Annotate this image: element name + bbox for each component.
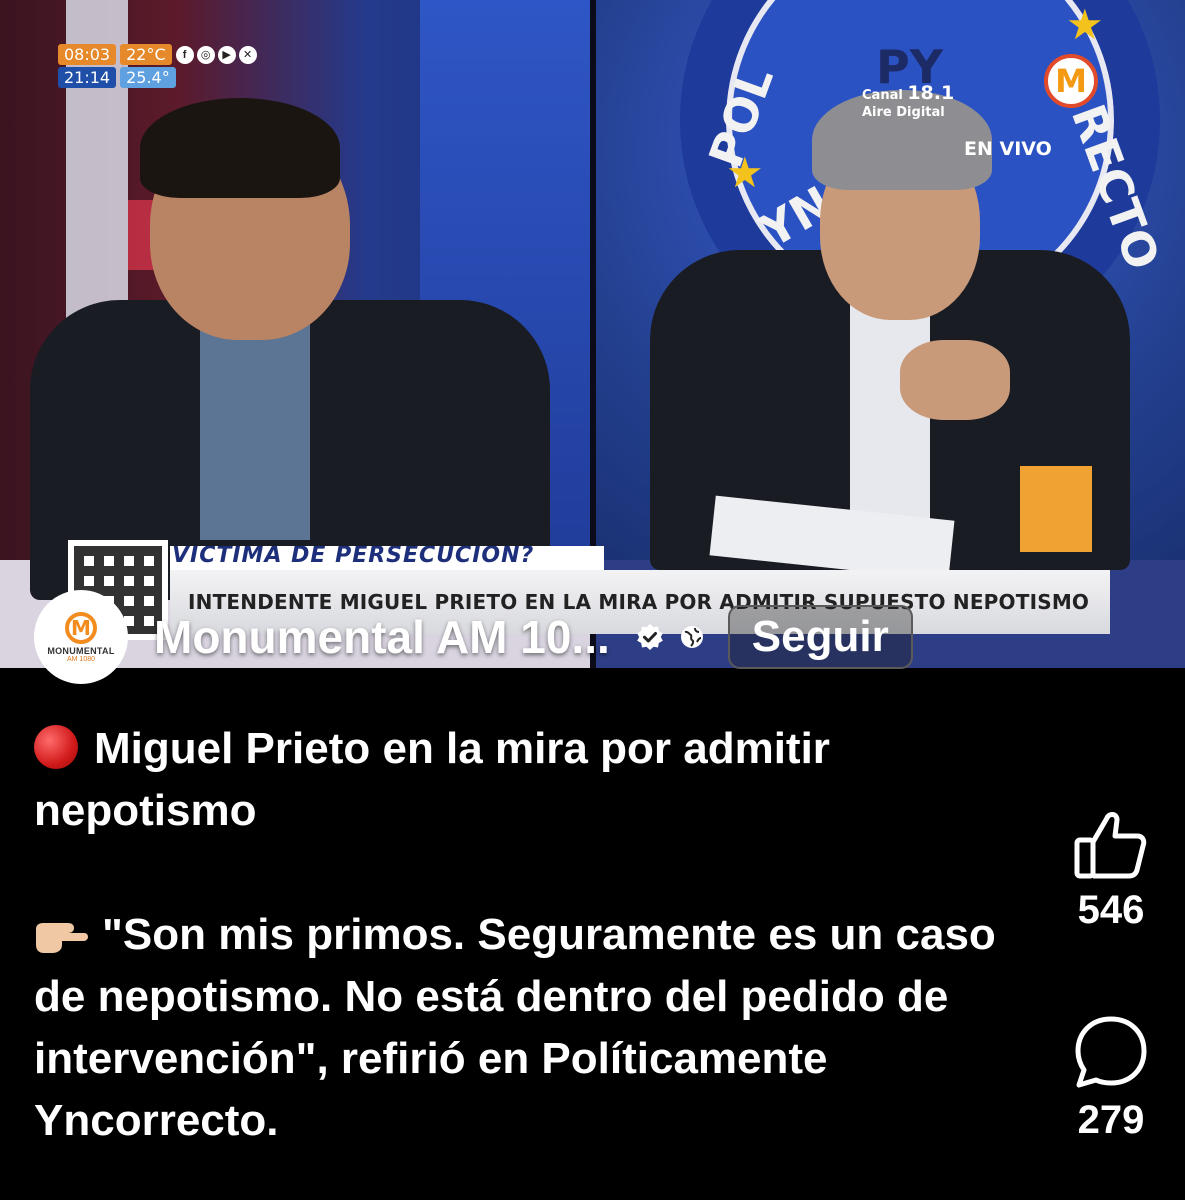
tv-time-1: 08:03 (58, 44, 117, 65)
account-name[interactable]: Monumental AM 10... (154, 610, 610, 664)
caption-line2: "Son mis primos. Seguramente es un caso … (34, 904, 1034, 1152)
tv-temp-1: 22°C (120, 44, 172, 65)
comment-bubble-icon[interactable] (1073, 1014, 1149, 1090)
youtube-icon: ▶ (217, 45, 236, 64)
avatar[interactable]: M MONUMENTAL AM 1080 (34, 590, 128, 684)
channel-sub: Aire Digital (862, 104, 945, 120)
star-icon: ★ (1066, 1, 1104, 48)
orange-prop (1020, 466, 1092, 552)
verified-badge-icon (636, 624, 663, 650)
pointing-hand-icon (36, 923, 88, 953)
tv-time-2: 21:14 (58, 67, 117, 88)
caption-gap (34, 842, 1034, 904)
globe-icon (680, 626, 703, 648)
instagram-icon: ◎ (196, 45, 215, 64)
channel-prefix: Canal (862, 88, 903, 103)
lower-third-kicker-text: VÍCTIMA DE PERSECUCIÓN? (172, 546, 535, 568)
avatar-logo-icon: M (65, 611, 97, 644)
like-action[interactable]: 546 (1056, 808, 1166, 933)
tv-temp-2: 25.4° (120, 67, 176, 88)
account-header: M MONUMENTAL AM 1080 Monumental AM 10...… (34, 590, 1034, 684)
caption-line1-text: Miguel Prieto en la mira por admitir nep… (34, 724, 830, 835)
channel-label: Canal 18.1 Aire Digital (862, 82, 954, 120)
avatar-line2: AM 1080 (66, 655, 96, 663)
follow-button[interactable]: Seguir (727, 605, 913, 669)
comment-action[interactable]: 279 (1056, 1014, 1166, 1143)
facebook-icon: f (175, 45, 194, 64)
video-player[interactable]: POL PY RECTO YN ★ ★ 08:03 22°C f ◎ ▶ ✕ 2… (0, 0, 1185, 668)
caption-line2-text: "Son mis primos. Seguramente es un caso … (34, 910, 996, 1145)
lower-third-kicker: VÍCTIMA DE PERSECUCIÓN? (170, 546, 604, 570)
caption-line1: Miguel Prieto en la mira por admitir nep… (34, 718, 1034, 842)
tv-social-icons: f ◎ ▶ ✕ (175, 45, 257, 64)
tv-clock-weather: 08:03 22°C f ◎ ▶ ✕ 21:14 25.4° (58, 44, 257, 88)
like-count: 546 (1077, 888, 1145, 932)
live-label: EN VIVO (964, 138, 1052, 160)
avatar-line1: MONUMENTAL (47, 645, 115, 656)
red-circle-icon (34, 725, 78, 769)
channel-number: 18.1 (907, 82, 955, 104)
star-icon: ★ (726, 149, 764, 196)
comment-count: 279 (1077, 1098, 1145, 1142)
tv-logo-icon: M (1044, 54, 1098, 108)
x-icon: ✕ (238, 45, 257, 64)
thumbs-up-icon[interactable] (1073, 808, 1149, 880)
post-caption: Miguel Prieto en la mira por admitir nep… (34, 718, 1034, 1152)
